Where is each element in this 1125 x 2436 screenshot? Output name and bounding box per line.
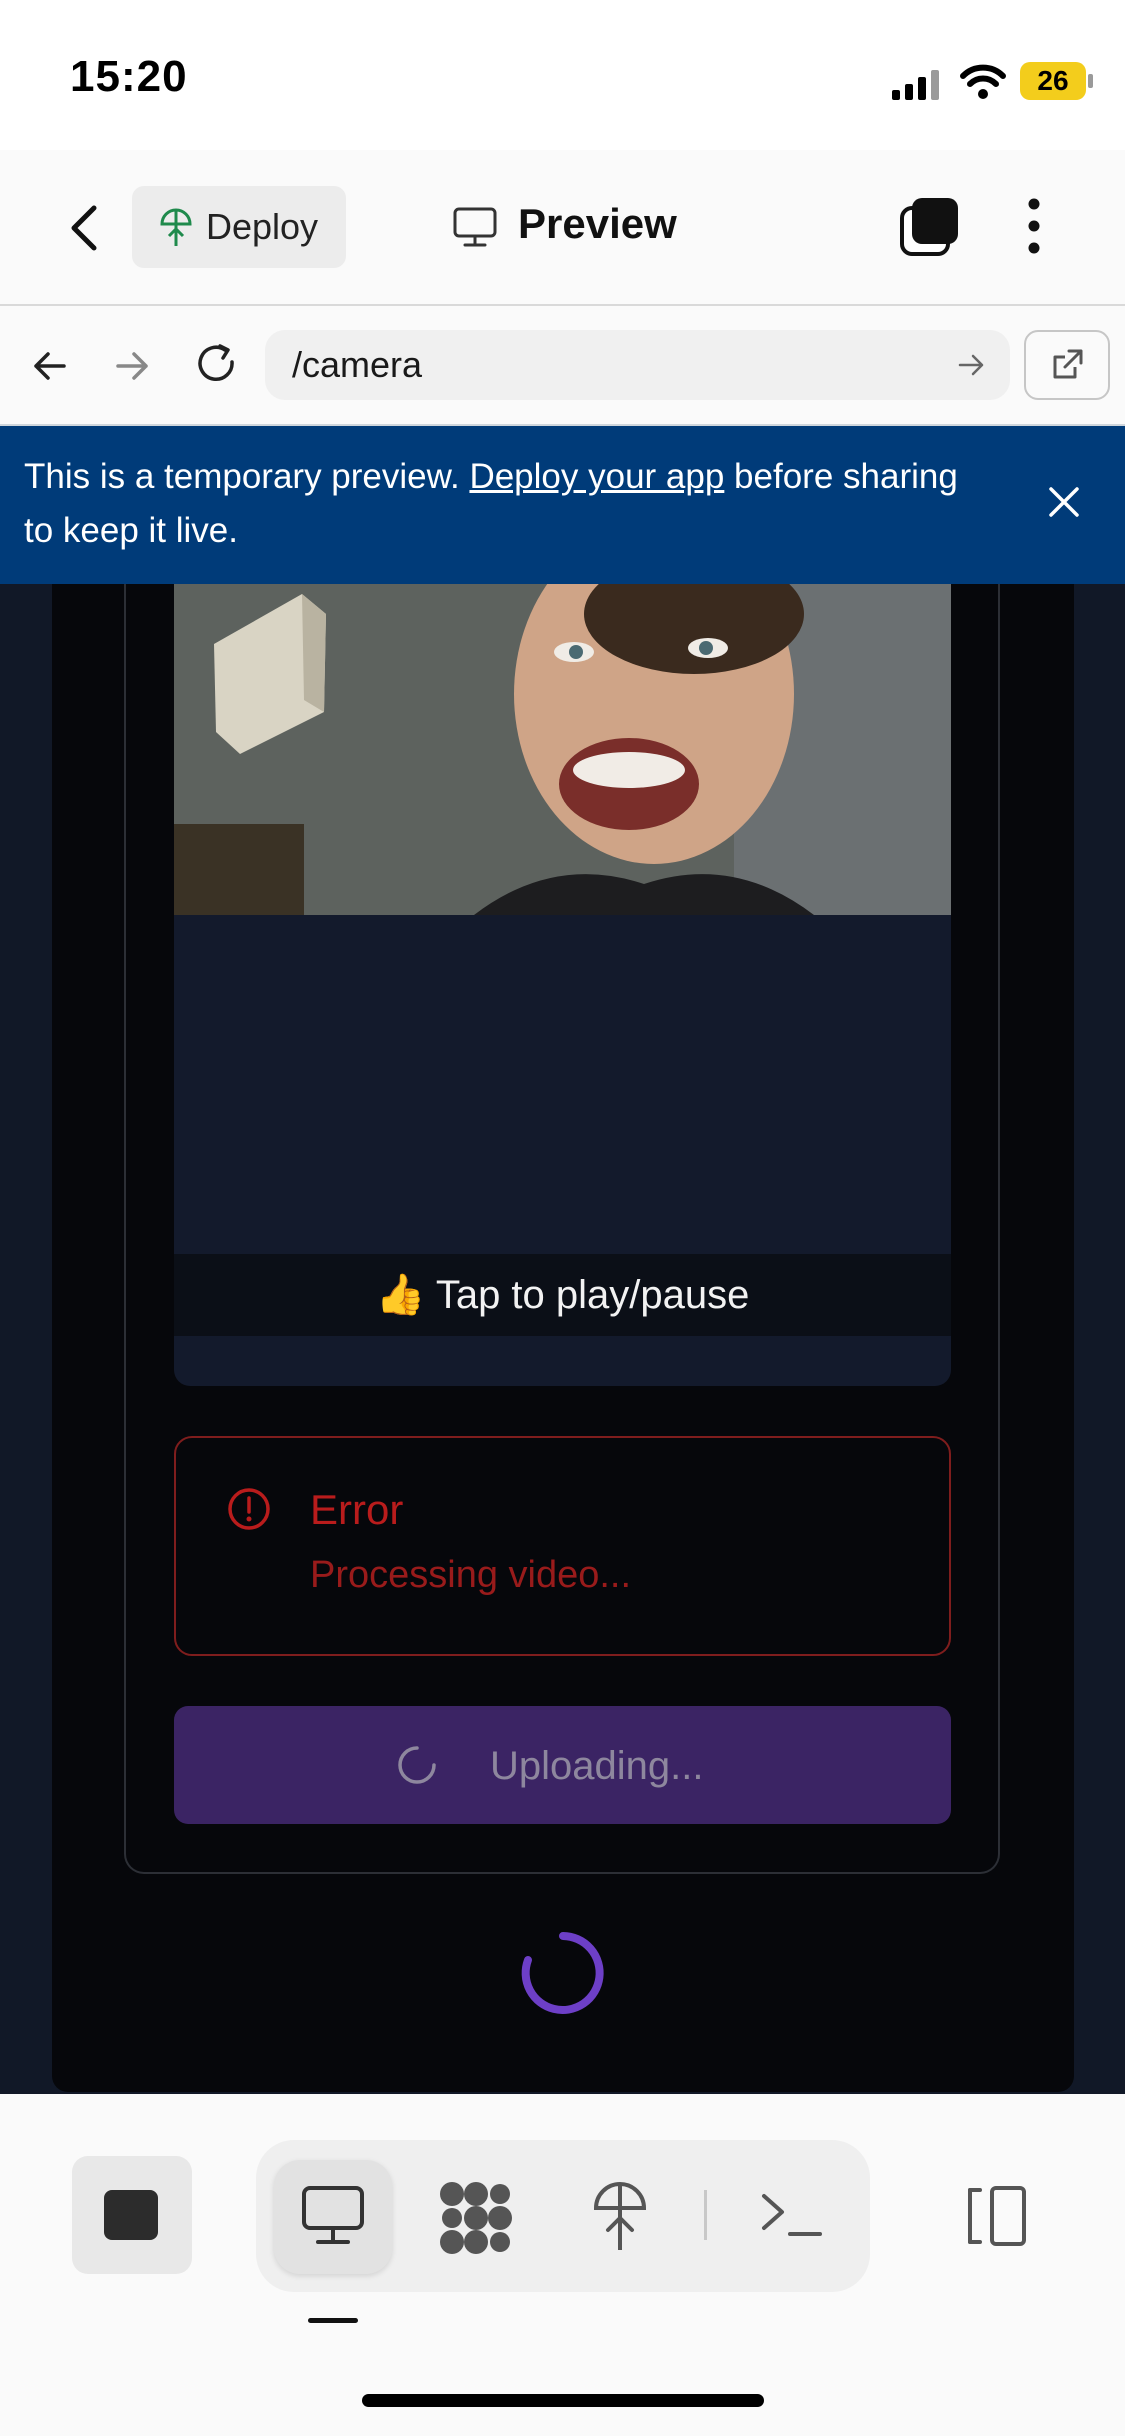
- tabs-icon[interactable]: [898, 196, 960, 258]
- page-title: Preview: [518, 200, 677, 247]
- split-view-icon[interactable]: [958, 2184, 1030, 2248]
- battery-cap: [1088, 74, 1093, 88]
- loading-spinner-icon: [521, 1932, 604, 2014]
- camera-scene: [174, 584, 951, 915]
- play-pause-hint-bar[interactable]: 👍 Tap to play/pause: [174, 1254, 951, 1336]
- browser-forward-icon[interactable]: [112, 346, 152, 386]
- external-link-icon: [1053, 349, 1083, 379]
- battery-icon: 26: [1020, 62, 1086, 100]
- deploy-icon: [160, 208, 192, 246]
- alert-circle-icon: [228, 1488, 270, 1530]
- toolbar-divider: [704, 2190, 707, 2240]
- play-pause-hint: 👍 Tap to play/pause: [375, 1273, 750, 1317]
- status-time: 15:20: [70, 52, 188, 101]
- go-arrow-icon[interactable]: [956, 350, 986, 380]
- stop-icon: [104, 2190, 158, 2240]
- url-text: /camera: [292, 344, 423, 385]
- wifi-icon: [960, 64, 1006, 99]
- browser-back-icon[interactable]: [30, 346, 70, 386]
- banner-message: This is a temporary preview. Deploy your…: [24, 450, 984, 558]
- deploy-label: Deploy: [206, 206, 319, 247]
- back-chevron-icon[interactable]: [66, 204, 100, 252]
- error-alert: [174, 1436, 951, 1656]
- close-icon[interactable]: [1046, 484, 1082, 520]
- terminal-icon[interactable]: [760, 2190, 824, 2240]
- reload-icon[interactable]: [192, 340, 242, 390]
- monitor-icon: [453, 207, 497, 247]
- video-player[interactable]: 👍 Tap to play/pause: [174, 584, 951, 1386]
- button-spinner-icon: [398, 1746, 436, 1784]
- error-message: Processing video...: [310, 1554, 632, 1596]
- upload-button-label: Uploading...: [490, 1744, 704, 1788]
- more-menu-icon[interactable]: [1022, 196, 1046, 256]
- deploy-icon[interactable]: [590, 2178, 650, 2254]
- banner-text-before: This is a temporary preview.: [24, 457, 470, 496]
- error-title: Error: [310, 1486, 404, 1533]
- workflow-icon[interactable]: [438, 2180, 514, 2256]
- active-tab-indicator: [308, 2318, 358, 2323]
- monitor-icon: [302, 2186, 364, 2244]
- deploy-app-link[interactable]: Deploy your app: [469, 457, 724, 496]
- camera-frame-image: [174, 584, 951, 915]
- signal-icon: [892, 70, 939, 100]
- home-indicator: [362, 2394, 764, 2407]
